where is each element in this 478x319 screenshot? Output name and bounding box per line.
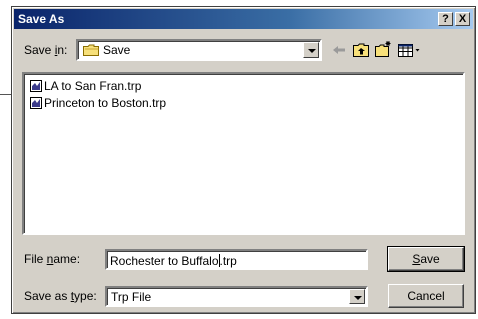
view-menu-icon[interactable] (397, 41, 423, 59)
file-name-value: Rochester to Buffalo.trp (110, 254, 237, 268)
trp-file-icon (30, 80, 42, 92)
file-name-text: LA to San Fran.trp (44, 79, 142, 93)
save-button-label: ave (420, 252, 440, 266)
file-name-value-before-caret: Rochester to Buffalo (110, 254, 219, 268)
title-bar[interactable]: Save As ? X (14, 9, 473, 29)
cancel-button[interactable]: Cancel (388, 284, 464, 308)
file-name-label-suffix: ame: (53, 252, 81, 266)
save-in-dropdown-arrow[interactable] (303, 42, 319, 58)
back-arrow-icon[interactable] (330, 41, 348, 59)
trp-file-icon (30, 97, 42, 109)
file-item[interactable]: LA to San Fran.trp (30, 78, 141, 94)
help-button[interactable]: ? (438, 12, 453, 26)
up-folder-icon[interactable] (352, 41, 370, 59)
save-in-label: Save in: (24, 43, 67, 57)
folder-icon (83, 44, 99, 56)
save-button[interactable]: Save (387, 246, 465, 272)
dialog-title: Save As (18, 12, 65, 26)
save-as-type-label-suffix: ype: (74, 289, 97, 303)
save-in-combo[interactable]: Save (76, 39, 322, 61)
save-as-type-label: Save as type: (24, 289, 97, 303)
file-list[interactable]: LA to San Fran.trp Princeton to Boston.t… (22, 72, 465, 235)
file-name-label: File name: (24, 252, 80, 266)
save-as-dialog: Save As ? X Save in: Save LA to San Fran… (11, 6, 476, 314)
file-name-value-after-caret: .trp (219, 254, 237, 268)
file-name-text: Princeton to Boston.trp (44, 96, 167, 110)
save-as-type-combo[interactable]: Trp File (105, 286, 368, 307)
save-as-type-value: Trp File (111, 290, 152, 304)
file-item[interactable]: Princeton to Boston.trp (30, 95, 166, 111)
save-in-label-suffix: n: (57, 43, 68, 57)
save-in-value: Save (103, 43, 131, 57)
new-folder-icon[interactable] (374, 40, 392, 58)
file-name-label-prefix: File (24, 252, 47, 266)
save-as-type-dropdown-arrow[interactable] (349, 289, 365, 304)
file-name-input[interactable]: Rochester to Buffalo.trp (105, 249, 368, 270)
save-as-type-label-prefix: Save as (24, 289, 71, 303)
stage: Save As ? X Save in: Save LA to San Fran… (0, 0, 478, 319)
save-in-label-prefix: Save (24, 43, 55, 57)
close-button[interactable]: X (455, 12, 470, 26)
